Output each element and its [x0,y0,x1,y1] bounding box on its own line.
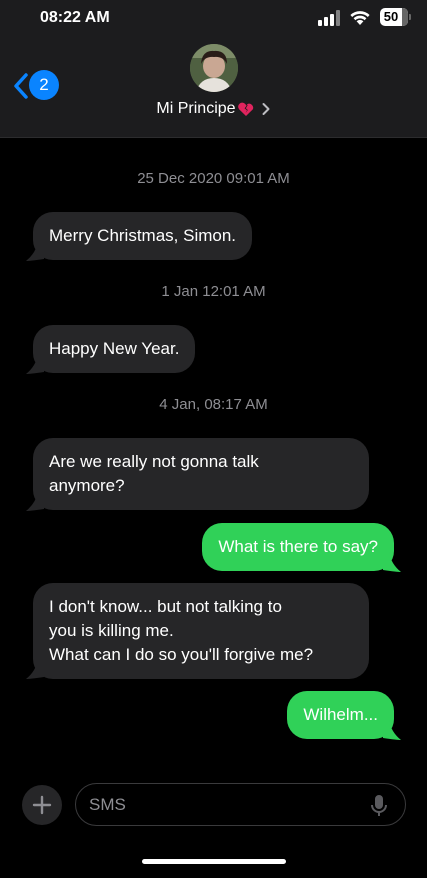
bubble-tail [26,491,44,511]
add-attachment-button[interactable] [22,785,62,825]
contact-name-row[interactable]: Mi Principe [0,100,427,118]
message-text: Wilhelm... [303,705,378,724]
bubble-tail [26,354,44,374]
message-text: Merry Christmas, Simon. [49,226,237,245]
bubble-tail [26,241,44,261]
unread-count-badge: 2 [29,70,59,100]
message-text-line: anymore? [49,476,125,495]
incoming-message-bubble[interactable]: Merry Christmas, Simon. [33,212,253,260]
timestamp: 1 Jan 12:01 AM [161,283,266,300]
wifi-icon [350,11,370,25]
incoming-message-bubble[interactable]: Are we really not gonna talk anymore? [33,438,369,510]
message-text: What is there to say? [218,537,378,556]
bubble-tail [26,659,44,679]
message-input-placeholder: SMS [89,795,126,814]
back-button[interactable]: 2 [8,68,59,104]
broken-heart-icon [237,102,253,116]
chevron-right-icon [262,103,270,115]
message-thread[interactable]: 25 Dec 2020 09:01 AM Merry Christmas, Si… [0,139,427,759]
conversation-header: 08:22 AM 50 2 Mi Principe [0,0,427,138]
outgoing-message-bubble[interactable]: What is there to say? [202,523,394,571]
back-chevron-icon [14,73,28,99]
message-composer: SMS [0,770,427,840]
avatar[interactable] [190,44,238,92]
message-text-line: What can I do so you'll forgive me? [49,645,314,664]
message-text: Happy New Year. [49,339,180,358]
status-bar: 08:22 AM 50 [0,0,427,36]
message-input[interactable]: SMS [75,783,406,826]
incoming-message-bubble[interactable]: I don't know... but not talking to you i… [33,583,369,679]
message-text-line: Are we really not gonna talk [49,452,259,471]
status-time: 08:22 AM [40,9,110,26]
outgoing-message-bubble[interactable]: Wilhelm... [287,691,394,739]
timestamp: 25 Dec 2020 09:01 AM [137,170,290,187]
incoming-message-bubble[interactable]: Happy New Year. [33,325,196,373]
battery-icon: 50 [380,8,408,26]
cellular-signal-icon [318,10,340,26]
contact-name: Mi Principe [156,100,236,117]
microphone-icon[interactable] [371,794,387,818]
timestamp: 4 Jan, 08:17 AM [159,396,268,413]
bubble-tail [383,552,401,572]
message-text-line: I don't know... but not talking to [49,597,282,616]
home-indicator[interactable] [142,859,286,864]
plus-icon [32,795,52,815]
battery-level: 50 [383,9,399,24]
bubble-tail [383,720,401,740]
message-text-line: you is killing me. [49,621,174,640]
